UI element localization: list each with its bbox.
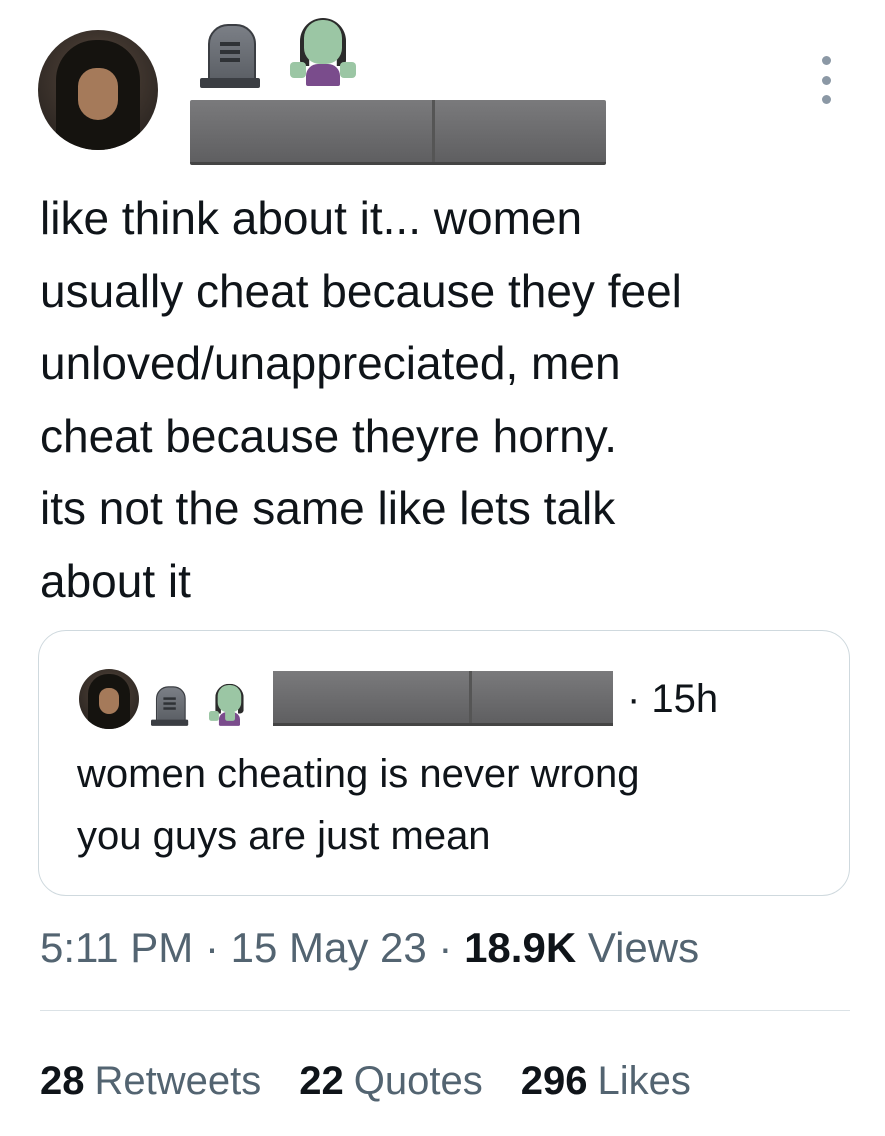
- engagement-stats: 28 Retweets 22 Quotes 296 Likes: [40, 1054, 691, 1108]
- zombie-icon: [209, 683, 244, 726]
- avatar-face: [78, 68, 118, 120]
- display-name-emojis: [200, 18, 356, 88]
- likes-count: 296: [520, 1059, 588, 1103]
- likes-label: Likes: [597, 1059, 691, 1103]
- quotes-stat[interactable]: 22 Quotes: [299, 1054, 482, 1108]
- quoted-body: women cheating is never wrong you guys a…: [77, 743, 817, 867]
- quoted-display-name-emojis: [151, 667, 251, 726]
- tweet-body: like think about it... women usually che…: [40, 182, 860, 617]
- meta-separator: ·: [193, 924, 231, 971]
- tweet-time[interactable]: 5:11 PM: [40, 924, 193, 971]
- tweet-line: usually cheat because they feel: [40, 264, 682, 317]
- more-options-icon[interactable]: [814, 56, 838, 104]
- likes-stat[interactable]: 296 Likes: [521, 1054, 691, 1108]
- tweet-line: unloved/unappreciated, men: [40, 337, 621, 389]
- divider: [40, 1010, 850, 1011]
- retweets-count: 28: [40, 1059, 85, 1103]
- tweet-detail: like think about it... women usually che…: [0, 0, 885, 1136]
- quoted-redacted-username: [273, 671, 613, 726]
- quoted-line: you guys are just mean: [77, 814, 491, 858]
- headstone-icon: [200, 20, 260, 88]
- tweet-line: about it: [40, 554, 191, 607]
- retweets-stat[interactable]: 28 Retweets: [40, 1054, 261, 1108]
- quoted-timestamp[interactable]: · 15h: [627, 675, 718, 723]
- views-count[interactable]: 18.9K: [464, 924, 576, 971]
- tweet-line: cheat because theyre horny.: [40, 409, 618, 462]
- redacted-username: [190, 100, 606, 165]
- meta-separator: ·: [426, 924, 465, 971]
- quotes-count: 22: [299, 1059, 344, 1103]
- tweet-date[interactable]: 15 May 23: [231, 924, 427, 971]
- quoted-line: women cheating is never wrong: [77, 752, 640, 796]
- zombie-icon: [290, 18, 356, 88]
- quoted-tweet[interactable]: · 15h women cheating is never wrong you …: [38, 630, 850, 896]
- avatar[interactable]: [38, 30, 158, 150]
- tweet-line: like think about it... women: [40, 192, 583, 244]
- headstone-icon: [151, 684, 189, 726]
- retweets-label: Retweets: [94, 1059, 262, 1103]
- quoted-avatar[interactable]: [79, 669, 139, 729]
- tweet-meta: 5:11 PM · 15 May 23 · 18.9K Views: [40, 920, 699, 976]
- views-label[interactable]: Views: [576, 924, 699, 971]
- quotes-label: Quotes: [353, 1059, 483, 1103]
- tweet-line: its not the same like lets talk: [40, 482, 616, 534]
